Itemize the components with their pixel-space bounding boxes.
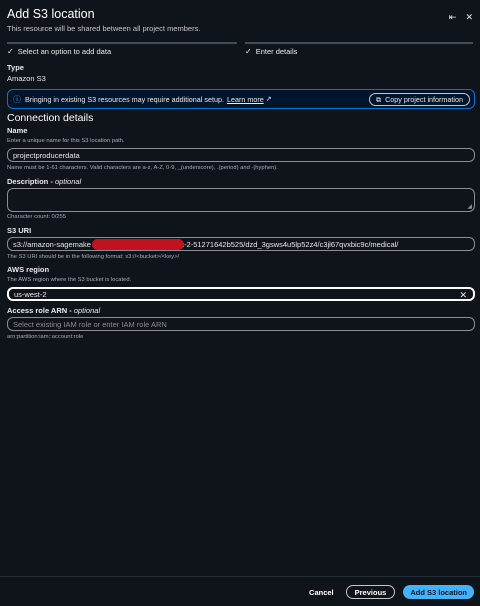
name-input-value: projectproducerdata — [13, 150, 80, 160]
s3-uri-label: S3 URI — [7, 226, 32, 235]
optional-tag: optional — [54, 177, 82, 186]
learn-more-link[interactable]: Learn more — [227, 95, 264, 104]
access-role-label-text: Access role ARN — [7, 306, 68, 315]
label-separator: - — [67, 306, 74, 315]
description-label: Description - optional — [7, 177, 81, 186]
name-input[interactable]: projectproducerdata — [7, 148, 475, 162]
add-s3-location-button[interactable]: Add S3 location — [403, 585, 474, 599]
copy-project-information-button[interactable]: ⧉ Copy project information — [368, 93, 470, 106]
info-alert: ⓘ Bringing in existing S3 resources may … — [7, 89, 475, 109]
connection-details-heading: Connection details — [7, 112, 94, 124]
label-separator: - — [48, 177, 55, 186]
page-title: Add S3 location — [7, 7, 95, 21]
s3-uri-value-start: s3://amazon-sagemake — [13, 239, 91, 249]
header-actions: ⇤ ✕ — [449, 12, 473, 23]
description-textarea[interactable]: ◢ — [7, 188, 475, 212]
step-label: Select an option to add data — [17, 47, 112, 56]
panel-header: Add S3 location This resource will be sh… — [7, 6, 473, 33]
external-link-icon: ↗ — [265, 96, 272, 103]
step-select-option[interactable]: ✓ Select an option to add data — [7, 42, 237, 58]
step-progress-bar — [7, 42, 237, 44]
s3-uri-input[interactable]: s3://amazon-sagemake t-2-51271642b525/dz… — [7, 237, 475, 251]
access-role-label: Access role ARN - optional — [7, 306, 100, 315]
footer-divider — [0, 576, 480, 577]
cancel-button[interactable]: Cancel — [305, 588, 338, 597]
step-label: Enter details — [255, 47, 298, 56]
copy-button-label: Copy project information — [385, 95, 463, 104]
aws-region-value: us-west-2 — [14, 289, 47, 299]
previous-button[interactable]: Previous — [345, 585, 396, 599]
access-role-hint: arn:partition:iam::account:role — [7, 334, 84, 340]
alert-text: Bringing in existing S3 resources may re… — [25, 94, 224, 104]
footer-actions: Cancel Previous Add S3 location — [305, 585, 474, 599]
s3-uri-hint: The S3 URI should be in the following fo… — [7, 254, 180, 260]
aws-region-label: AWS region — [7, 265, 50, 274]
close-icon[interactable]: ✕ — [465, 12, 473, 23]
resize-handle-icon[interactable]: ◢ — [467, 203, 472, 210]
collapse-panel-icon[interactable]: ⇤ — [449, 12, 457, 23]
page-subtitle: This resource will be shared between all… — [7, 24, 201, 33]
info-icon: ⓘ — [13, 94, 21, 104]
step-enter-details[interactable]: ✓ Enter details — [245, 42, 473, 58]
check-icon: ✓ — [7, 47, 14, 56]
description-char-count: Character count: 0/255 — [7, 214, 66, 220]
type-label: Type — [7, 63, 24, 72]
type-value: Amazon S3 — [7, 74, 46, 83]
s3-uri-value-end: t-2-51271642b525/dzd_3gsws4u5lp52z4/c3jl… — [181, 239, 399, 249]
aws-region-input[interactable]: us-west-2 ✕ — [7, 287, 475, 301]
description-label-text: Description — [7, 177, 49, 186]
name-label: Name — [7, 126, 28, 135]
name-description: Enter a unique name for this S3 location… — [7, 138, 125, 144]
name-constraint: Name must be 1-61 characters. Valid char… — [7, 165, 278, 171]
check-icon: ✓ — [245, 47, 252, 56]
access-role-placeholder: Select existing IAM role or enter IAM ro… — [13, 319, 167, 329]
optional-tag: optional — [73, 306, 101, 315]
aws-region-description: The AWS region where the S3 bucket is lo… — [7, 277, 132, 283]
access-role-input[interactable]: Select existing IAM role or enter IAM ro… — [7, 317, 475, 331]
clear-icon[interactable]: ✕ — [459, 289, 467, 301]
step-progress-bar — [245, 42, 473, 44]
redaction-mark — [92, 239, 184, 250]
copy-icon: ⧉ — [375, 94, 382, 104]
